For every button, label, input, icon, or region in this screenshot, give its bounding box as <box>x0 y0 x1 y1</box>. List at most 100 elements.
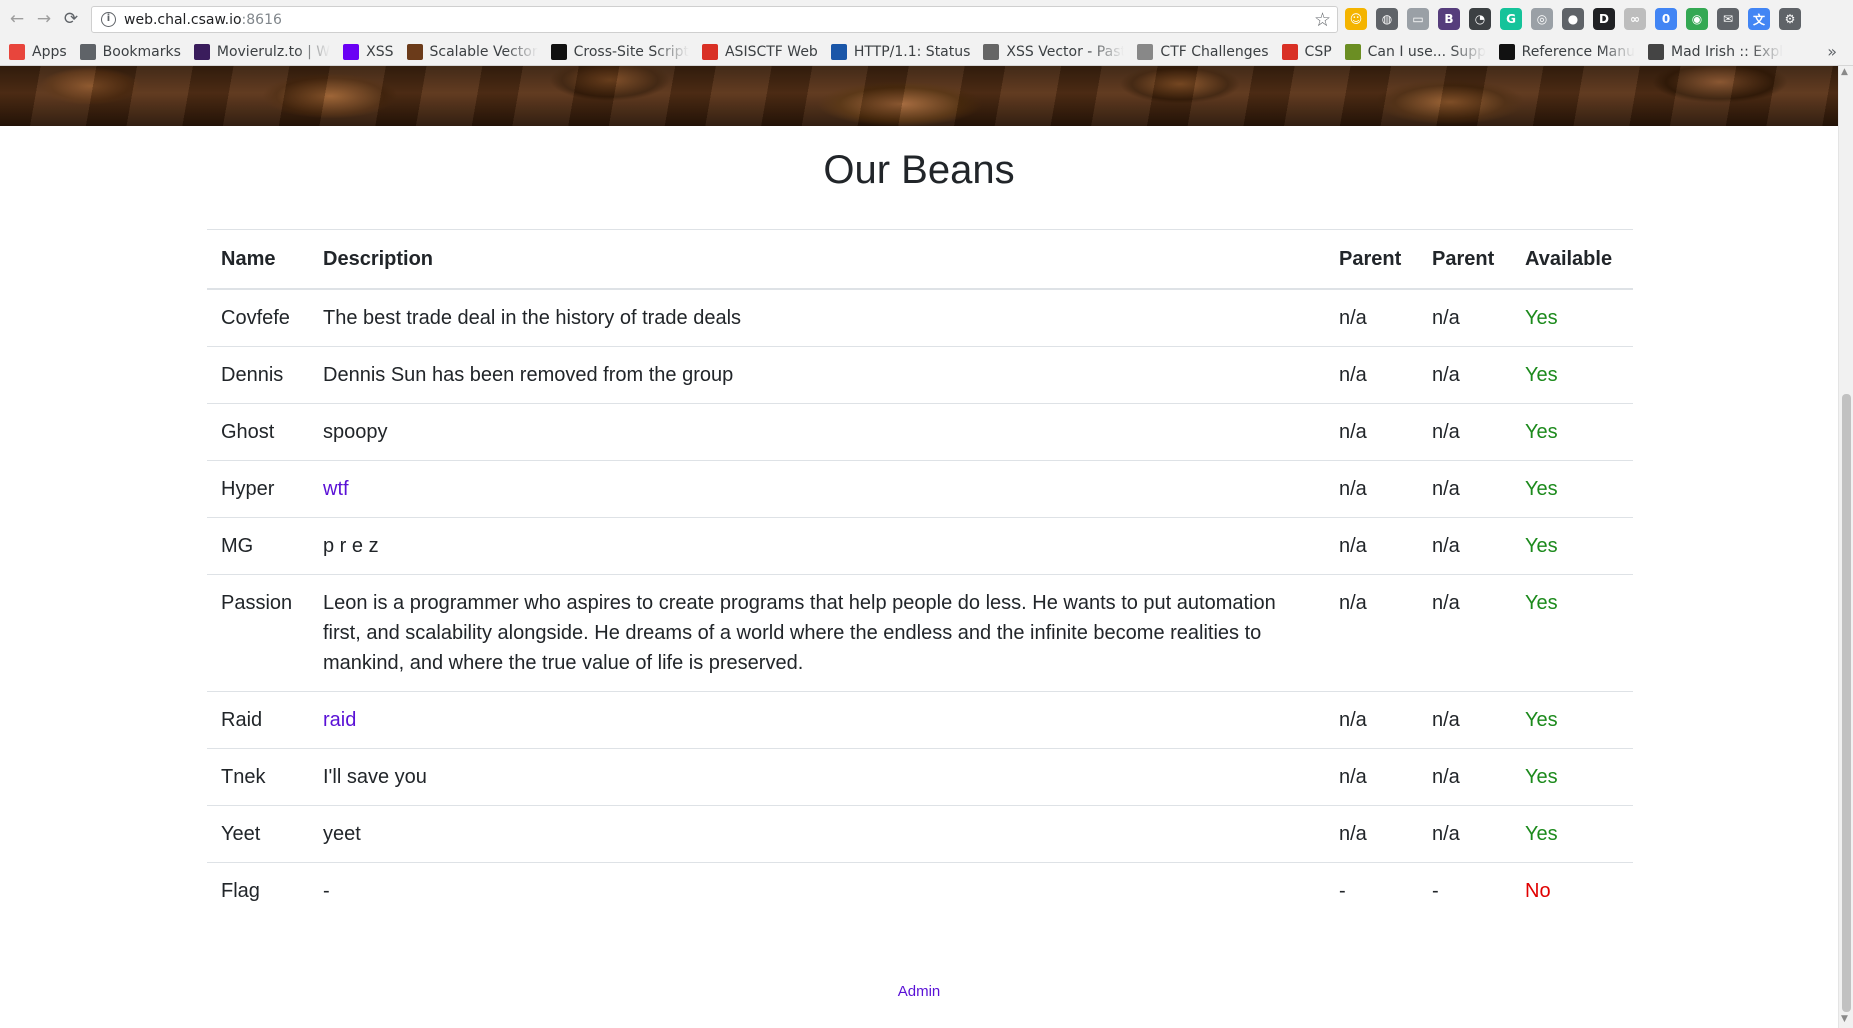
link-extension-icon[interactable]: ∞ <box>1624 8 1646 30</box>
madirish-icon <box>1648 43 1665 60</box>
bean-description-link[interactable]: raid <box>323 709 356 731</box>
beans-table: Name Description Parent Parent Available… <box>207 229 1633 919</box>
bookmark-label: Scalable Vector <box>429 43 538 60</box>
page-icon <box>1137 43 1154 60</box>
admin-link[interactable]: Admin <box>0 983 1838 1000</box>
emoji-extension-icon[interactable]: ☺ <box>1345 8 1367 30</box>
bookmark-item[interactable]: Bookmarks <box>79 43 181 60</box>
bean-description-cell: Dennis Sun has been removed from the gro… <box>309 346 1325 404</box>
svg-icon <box>406 43 423 60</box>
bookmark-item[interactable]: Apps <box>9 43 67 60</box>
bean-name-cell: Dennis <box>207 346 309 404</box>
mail-extension-icon[interactable]: ✉ <box>1717 8 1739 30</box>
url-port: :8616 <box>241 12 282 28</box>
bean-parent-1-cell: n/a <box>1325 288 1418 347</box>
bean-description-link[interactable]: wtf <box>323 478 349 500</box>
bean-name-cell: Flag <box>207 862 309 919</box>
table-row: Dennis Dennis Sun has been removed from t… <box>207 346 1633 404</box>
w3-icon <box>830 43 847 60</box>
bean-description-cell: The best trade deal in the history of tr… <box>309 288 1325 347</box>
tamper-extension-icon[interactable]: ◍ <box>1376 8 1398 30</box>
bookmark-label: Mad Irish :: Expl <box>1671 43 1784 60</box>
table-row: Passion Leon is a programmer who aspires … <box>207 574 1633 692</box>
site-info-icon[interactable]: i <box>101 12 116 27</box>
reload-icon[interactable]: ⟳ <box>61 9 81 29</box>
table-row: Covfefe The best trade deal in the histor… <box>207 288 1633 347</box>
table-row: Flag - - - No <box>207 862 1633 919</box>
header-parent-1: Parent <box>1325 229 1418 290</box>
bean-description-cell: I'll save you <box>309 748 1325 806</box>
bookmark-star-icon[interactable]: ☆ <box>1314 9 1331 31</box>
speed-extension-icon[interactable]: ◔ <box>1469 8 1491 30</box>
bean-parent-1-cell: n/a <box>1325 691 1418 749</box>
bean-description-cell: yeet <box>309 805 1325 863</box>
bean-parent-2-cell: n/a <box>1418 460 1511 518</box>
bookmark-item[interactable]: HTTP/1.1: Status <box>830 43 970 60</box>
bean-name-cell: Covfefe <box>207 288 309 347</box>
forward-icon[interactable]: → <box>34 9 54 29</box>
bean-available-cell: Yes <box>1511 517 1633 575</box>
table-row: Yeet yeet n/a n/a Yes <box>207 805 1633 863</box>
coffee-beans-banner <box>0 66 1838 126</box>
bookmark-item[interactable]: Mad Irish :: Expl <box>1648 43 1784 60</box>
bookmarks-bar: Apps Bookmarks Movierulz.to | W XSS Scalable… <box>0 38 1853 66</box>
translate-extension-icon[interactable]: 文 <box>1748 8 1770 30</box>
bean-parent-2-cell: n/a <box>1418 346 1511 404</box>
bean-name-cell: Hyper <box>207 460 309 518</box>
bookmark-item[interactable]: Scalable Vector <box>406 43 538 60</box>
d-extension-icon[interactable]: D <box>1593 8 1615 30</box>
table-row: MG p r e z n/a n/a Yes <box>207 517 1633 575</box>
github-icon <box>1498 43 1515 60</box>
bookmark-item[interactable]: Cross-Site Script <box>550 43 689 60</box>
page-scrollbar[interactable]: ▲ ▼ <box>1838 66 1853 1028</box>
bean-available-cell: Yes <box>1511 460 1633 518</box>
caniuse-icon <box>1344 43 1361 60</box>
bookmark-item[interactable]: CTF Challenges <box>1137 43 1269 60</box>
csp-icon <box>1281 43 1298 60</box>
users-extension-icon[interactable]: ● <box>1562 8 1584 30</box>
bean-available-cell: Yes <box>1511 403 1633 461</box>
scroll-down-icon[interactable]: ▼ <box>1841 1014 1848 1024</box>
apps-grid-icon <box>9 43 25 60</box>
folder-extension-icon[interactable]: ▭ <box>1407 8 1429 30</box>
bootstrap-extension-icon[interactable]: B <box>1438 8 1460 30</box>
table-row: Raid raid n/a n/a Yes <box>207 691 1633 749</box>
badge-extension-icon[interactable]: 0 <box>1655 8 1677 30</box>
bean-parent-1-cell: n/a <box>1325 805 1418 863</box>
bean-parent-1-cell: n/a <box>1325 748 1418 806</box>
scroll-up-icon[interactable]: ▲ <box>1841 67 1848 77</box>
address-url[interactable]: web.chal.csaw.io:8616 <box>124 12 282 28</box>
bean-parent-2-cell: - <box>1418 862 1511 919</box>
back-icon[interactable]: ← <box>7 9 27 29</box>
bookmark-item[interactable]: Movierulz.to | W <box>193 43 331 60</box>
bean-available-cell: No <box>1511 862 1633 919</box>
more-bookmarks-icon[interactable]: » <box>1827 42 1837 61</box>
extensions-bar: ☺ ◍ ▭ B ◔ G ◎ ● D ∞ 0 ◉ ✉ 文 ⚙ <box>1345 8 1801 30</box>
bookmark-item[interactable]: XSS Vector - Past <box>983 43 1125 60</box>
header-parent-2: Parent <box>1418 229 1511 290</box>
table-row: Hyper wtf n/a n/a Yes <box>207 460 1633 518</box>
bookmark-item[interactable]: XSS <box>343 43 394 60</box>
bookmark-item[interactable]: CSP <box>1281 43 1332 60</box>
bookmark-label: ASISCTF Web <box>724 43 818 60</box>
scroll-thumb[interactable] <box>1842 394 1851 1012</box>
bookmark-label: Cross-Site Script <box>573 43 689 60</box>
url-host: web.chal.csaw.io <box>124 12 242 28</box>
grammarly-extension-icon[interactable]: G <box>1500 8 1522 30</box>
bookmark-item[interactable]: Reference Manu <box>1498 43 1635 60</box>
bookmark-item[interactable]: ASISCTF Web <box>701 43 818 60</box>
bookmark-label: Apps <box>32 43 67 60</box>
bean-name-cell: Raid <box>207 691 309 749</box>
earth-extension-icon[interactable]: ◉ <box>1686 8 1708 30</box>
bookmark-item[interactable]: Can I use... Supp <box>1344 43 1486 60</box>
bean-parent-2-cell: n/a <box>1418 574 1511 692</box>
bookmark-label: XSS <box>366 43 394 60</box>
settings-extension-icon[interactable]: ⚙ <box>1779 8 1801 30</box>
bookmark-label: Movierulz.to | W <box>216 43 331 60</box>
address-bar[interactable]: i web.chal.csaw.io:8616 ☆ <box>91 6 1338 33</box>
bookmark-label: Can I use... Supp <box>1367 43 1486 60</box>
star-icon <box>79 43 96 60</box>
bookmark-label: XSS Vector - Past <box>1006 43 1125 60</box>
globe-extension-icon[interactable]: ◎ <box>1531 8 1553 30</box>
bean-description-cell: wtf <box>309 460 1325 518</box>
